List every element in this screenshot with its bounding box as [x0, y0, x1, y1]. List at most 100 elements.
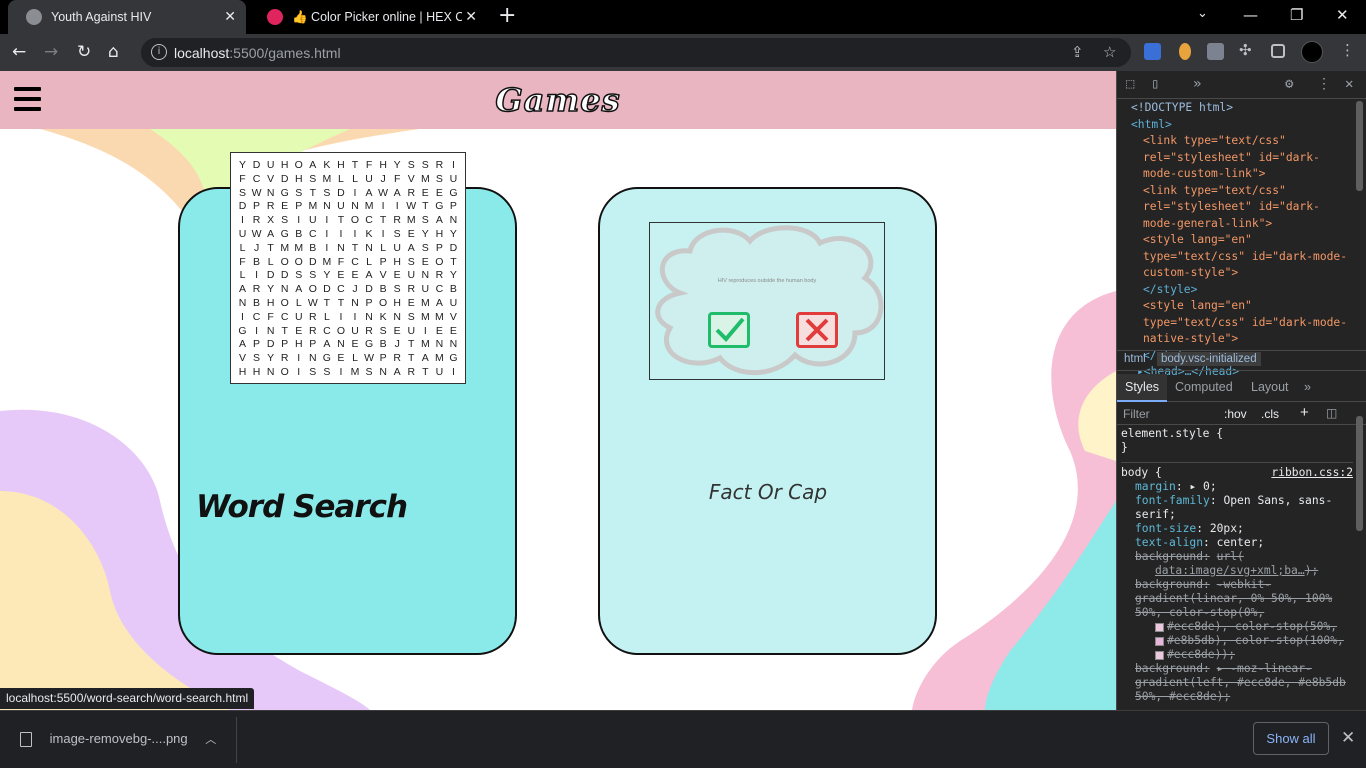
- grid-letter: G: [238, 324, 247, 337]
- extensions-puzzle-icon[interactable]: ✣: [1239, 41, 1256, 59]
- grid-letter: U: [351, 324, 359, 337]
- device-toolbar-icon[interactable]: ▯: [1151, 76, 1159, 92]
- grid-letter: D: [280, 172, 289, 185]
- grid-letter: P: [435, 241, 443, 254]
- bg-url-decl[interactable]: background: url(: [1121, 550, 1353, 564]
- forward-icon[interactable]: →: [44, 42, 58, 62]
- dom-line[interactable]: <link type="text/css" rel="stylesheet" i…: [1131, 133, 1353, 183]
- bg-stop-3[interactable]: #ecc8de));: [1121, 648, 1353, 662]
- new-rule-icon[interactable]: +: [1300, 404, 1309, 421]
- dom-line[interactable]: <!DOCTYPE html>: [1131, 100, 1353, 117]
- css-declaration[interactable]: text-align: center;: [1121, 536, 1353, 550]
- bg-stop-2[interactable]: #e8b5db), color-stop(100%,: [1121, 634, 1353, 648]
- extension-shield-icon[interactable]: [1144, 43, 1161, 60]
- close-window-button[interactable]: ✕: [1336, 6, 1349, 24]
- fact-or-cap-image[interactable]: HIV reproduces outside the human body: [649, 222, 885, 380]
- reload-icon[interactable]: ↻: [77, 42, 91, 62]
- close-devtools-icon[interactable]: ✕: [1345, 76, 1353, 92]
- grid-letter: I: [451, 365, 455, 378]
- fact-or-cap-label[interactable]: Fact Or Cap: [600, 480, 936, 504]
- grid-letter: I: [241, 214, 244, 227]
- tab-computed[interactable]: Computed: [1175, 380, 1233, 394]
- close-tab-icon[interactable]: ✕: [224, 8, 236, 25]
- dom-line[interactable]: </style>: [1131, 282, 1353, 299]
- inspect-element-icon[interactable]: ⬚: [1126, 76, 1134, 92]
- bg-moz-decl[interactable]: background: ▸ -moz-linear-gradient(left,…: [1121, 662, 1353, 704]
- body-rule[interactable]: body { ribbon.css:2: [1121, 462, 1353, 480]
- styles-scrollbar[interactable]: [1356, 416, 1363, 531]
- tab-layout[interactable]: Layout: [1251, 380, 1289, 394]
- word-search-label[interactable]: Word Search: [196, 489, 408, 525]
- grid-letter: U: [365, 172, 373, 185]
- side-panel-icon[interactable]: [1271, 44, 1285, 58]
- grid-letter: P: [379, 352, 387, 365]
- cls-toggle[interactable]: .cls: [1261, 407, 1279, 421]
- grid-letter: M: [420, 296, 430, 309]
- grid-letter: S: [323, 186, 331, 199]
- chevron-up-icon[interactable]: ︿: [205, 734, 216, 746]
- hov-toggle[interactable]: :hov: [1224, 407, 1247, 421]
- dom-line[interactable]: <link type="text/css" rel="stylesheet" i…: [1131, 183, 1353, 233]
- tab-youth-against-hiv[interactable]: Youth Against HIV ✕: [8, 0, 246, 34]
- breadcrumb-html[interactable]: html: [1124, 353, 1146, 365]
- grid-letter: O: [294, 255, 303, 268]
- more-panel-tabs[interactable]: »: [1304, 380, 1311, 394]
- element-style-rule[interactable]: element.style {: [1121, 427, 1353, 441]
- maximize-button[interactable]: ❐: [1290, 6, 1303, 24]
- extension-guard-icon[interactable]: [1207, 43, 1224, 60]
- dom-line[interactable]: <style lang="en" type="text/css" id="dar…: [1131, 298, 1353, 348]
- url-text[interactable]: localhost:5500/games.html: [174, 45, 341, 61]
- css-declaration[interactable]: margin: ▸ 0;: [1121, 480, 1353, 494]
- menu-kebab-icon[interactable]: ⋮: [1340, 41, 1357, 59]
- breadcrumb-body[interactable]: body.vsc-initialized: [1156, 352, 1261, 366]
- devtools-menu-icon[interactable]: ⋮: [1317, 76, 1331, 92]
- bg-stop-1[interactable]: #ecc8de), color-stop(50%,: [1121, 620, 1353, 634]
- css-declaration[interactable]: font-size: 20px;: [1121, 522, 1353, 536]
- close-download-bar-icon[interactable]: ✕: [1341, 728, 1355, 748]
- toggle-sidebar-icon[interactable]: ◫: [1326, 406, 1337, 420]
- grid-letter: N: [365, 310, 373, 323]
- back-icon[interactable]: ←: [12, 42, 26, 62]
- tab-styles[interactable]: Styles: [1117, 374, 1168, 402]
- grid-letter: U: [238, 227, 247, 240]
- bg-webkit-decl[interactable]: background: -webkit-gradient(linear, 0% …: [1121, 578, 1353, 620]
- home-icon[interactable]: ⌂: [108, 42, 119, 62]
- grid-letter: O: [336, 324, 346, 337]
- grid-letter: M: [294, 241, 304, 254]
- tab-title: 👍 Color Picker online | HEX Colo: [292, 9, 462, 24]
- ribbon-css-link[interactable]: ribbon.css:2: [1271, 466, 1353, 480]
- grid-letter: N: [365, 241, 373, 254]
- dom-line[interactable]: <style lang="en" type="text/css" id="dar…: [1131, 232, 1353, 282]
- dom-breadcrumb[interactable]: html body.vsc-initialized: [1117, 350, 1366, 371]
- extension-flame-icon[interactable]: [1179, 43, 1191, 60]
- grid-letter: F: [393, 172, 401, 185]
- bg-url-data[interactable]: data:image/svg+xml;ba…);: [1121, 564, 1353, 578]
- cap-x-icon[interactable]: [796, 312, 838, 348]
- grid-letter: J: [253, 241, 260, 254]
- grid-letter: H: [252, 365, 261, 378]
- grid-letter: W: [251, 186, 262, 199]
- profile-avatar[interactable]: [1301, 41, 1323, 63]
- minimize-button[interactable]: —: [1243, 6, 1258, 24]
- dom-tree[interactable]: <!DOCTYPE html> <html> <link type="text/…: [1117, 100, 1353, 378]
- word-search-grid-image[interactable]: YDUHOAKHTFHYSSRIFCVDHSMLLUJFVMSUSWNGSTSD…: [230, 152, 466, 384]
- more-tabs-button[interactable]: »: [1193, 76, 1201, 92]
- download-item[interactable]: image-removebg-....png ︿: [20, 731, 216, 748]
- tab-color-picker[interactable]: 👍 Color Picker online | HEX Colo ✕: [249, 0, 487, 34]
- tab-search-icon[interactable]: ⌄: [1197, 6, 1208, 21]
- css-declaration[interactable]: font-family: Open Sans, sans-serif;: [1121, 494, 1353, 522]
- grid-letter: C: [252, 310, 261, 323]
- fact-check-icon[interactable]: [708, 312, 750, 348]
- new-tab-button[interactable]: +: [498, 5, 516, 27]
- dom-scrollbar[interactable]: [1356, 101, 1363, 191]
- filter-input[interactable]: Filter: [1123, 407, 1150, 421]
- site-info-icon[interactable]: i: [151, 44, 167, 60]
- settings-gear-icon[interactable]: ⚙: [1285, 76, 1293, 92]
- show-all-button[interactable]: Show all: [1253, 722, 1329, 755]
- close-tab-icon[interactable]: ✕: [465, 8, 477, 25]
- share-icon[interactable]: ⇪: [1071, 43, 1084, 61]
- grid-letter: I: [255, 324, 259, 337]
- bookmark-star-icon[interactable]: ☆: [1103, 43, 1116, 61]
- dom-line[interactable]: <html>: [1131, 117, 1353, 134]
- address-bar[interactable]: i localhost:5500/games.html ⇪ ☆: [141, 38, 1131, 67]
